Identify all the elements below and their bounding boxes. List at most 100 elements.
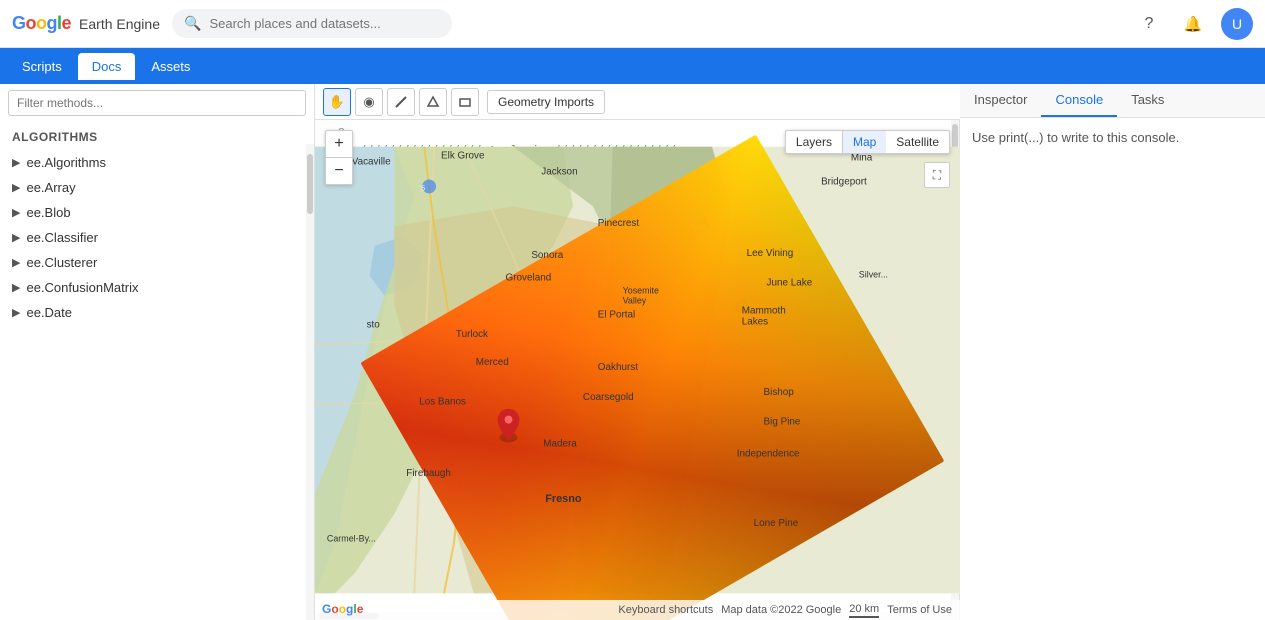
svg-text:Fresno: Fresno xyxy=(545,493,582,505)
chevron-right-icon: ▶ xyxy=(12,256,20,269)
layers-label: Layers xyxy=(786,131,843,153)
zoom-in-button[interactable]: + xyxy=(326,131,352,157)
satellite-view-button[interactable]: Satellite xyxy=(886,131,949,153)
algo-label: ee.Array xyxy=(26,180,75,195)
svg-text:Los Banos: Los Banos xyxy=(419,397,466,408)
algo-list: ▶ ee.Algorithms ▶ ee.Array ▶ ee.Blob ▶ e… xyxy=(0,148,314,620)
svg-text:Mina: Mina xyxy=(851,153,873,164)
top-right-icons: ? 🔔 U xyxy=(1133,8,1253,40)
tab-console[interactable]: Console xyxy=(1041,84,1117,117)
search-icon: 🔍 xyxy=(184,15,201,32)
svg-text:sto: sto xyxy=(367,319,381,330)
svg-text:Big Pine: Big Pine xyxy=(764,417,801,428)
svg-text:Oakhurst: Oakhurst xyxy=(598,362,638,373)
algo-item-algorithms[interactable]: ▶ ee.Algorithms xyxy=(0,150,314,175)
rectangle-tool-button[interactable] xyxy=(451,88,479,116)
chevron-right-icon: ▶ xyxy=(12,206,20,219)
google-logo-bottom: Google xyxy=(322,602,363,616)
chevron-right-icon: ▶ xyxy=(12,181,20,194)
chevron-right-icon: ▶ xyxy=(12,281,20,294)
svg-text:June Lake: June Lake xyxy=(767,278,813,289)
scale-indicator: 20 km xyxy=(849,603,879,618)
map-area[interactable]: 5 395 395 xyxy=(315,120,960,620)
tab-assets[interactable]: Assets xyxy=(137,53,204,80)
zoom-controls: + − xyxy=(325,130,353,185)
svg-text:Silver...: Silver... xyxy=(859,270,888,280)
search-input[interactable] xyxy=(209,16,429,31)
chevron-right-icon: ▶ xyxy=(12,306,20,319)
svg-text:Independence: Independence xyxy=(737,448,800,459)
terms-of-use-link[interactable]: Terms of Use xyxy=(887,604,952,616)
rectangle-icon xyxy=(458,95,472,109)
algo-item-classifier[interactable]: ▶ ee.Classifier xyxy=(0,225,314,250)
algo-item-blob[interactable]: ▶ ee.Blob xyxy=(0,200,314,225)
console-content: Use print(...) to write to this console. xyxy=(960,118,1265,620)
svg-text:Merced: Merced xyxy=(476,357,509,368)
right-panel: Inspector Console Tasks Use print(...) t… xyxy=(960,84,1265,620)
bell-icon: 🔔 xyxy=(1184,15,1203,33)
algo-label: ee.Blob xyxy=(26,205,70,220)
avatar[interactable]: U xyxy=(1221,8,1253,40)
map-data-credit: Map data ©2022 Google xyxy=(721,604,841,616)
algo-label: ee.Classifier xyxy=(26,230,98,245)
tab-bar: Scripts Docs Assets xyxy=(0,48,1265,84)
geometry-imports-button[interactable]: Geometry Imports xyxy=(487,90,605,114)
svg-text:Valley: Valley xyxy=(623,296,647,306)
svg-text:Madera: Madera xyxy=(543,438,577,449)
marker-tool-button[interactable]: ◉ xyxy=(355,88,383,116)
svg-text:Turlock: Turlock xyxy=(456,329,488,340)
fullscreen-button[interactable]: ⛶ xyxy=(924,162,950,188)
line-icon xyxy=(394,95,408,109)
google-wordmark: Google xyxy=(12,13,71,34)
algo-item-date[interactable]: ▶ ee.Date xyxy=(0,300,314,325)
avatar-letter: U xyxy=(1232,16,1242,32)
zoom-out-button[interactable]: − xyxy=(326,158,352,184)
svg-text:Lone Pine: Lone Pine xyxy=(754,518,799,529)
svg-text:Firebaugh: Firebaugh xyxy=(406,468,451,479)
svg-text:Carmel-By...: Carmel-By... xyxy=(327,534,376,544)
earth-engine-title: Earth Engine xyxy=(79,16,160,32)
tab-docs[interactable]: Docs xyxy=(78,53,136,80)
map-svg: 5 395 395 xyxy=(315,120,960,620)
map-type-control: Layers Map Satellite xyxy=(785,130,950,154)
keyboard-shortcuts-link[interactable]: Keyboard shortcuts xyxy=(618,604,713,616)
top-bar: Google Earth Engine 🔍 ? 🔔 U xyxy=(0,0,1265,48)
fullscreen-icon: ⛶ xyxy=(933,168,941,183)
algo-label: ee.Date xyxy=(26,305,72,320)
algo-item-clusterer[interactable]: ▶ ee.Clusterer xyxy=(0,250,314,275)
console-hint: Use print(...) to write to this console. xyxy=(972,130,1179,145)
filter-input[interactable] xyxy=(8,90,306,116)
map-toolbar: ✋ ◉ Geometry Imports xyxy=(315,84,960,120)
tab-scripts[interactable]: Scripts xyxy=(8,53,76,80)
svg-text:Bridgeport: Bridgeport xyxy=(821,176,867,187)
help-button[interactable]: ? xyxy=(1133,8,1165,40)
algo-label: ee.ConfusionMatrix xyxy=(26,280,138,295)
line-tool-button[interactable] xyxy=(387,88,415,116)
svg-text:Groveland: Groveland xyxy=(506,273,552,284)
tab-inspector[interactable]: Inspector xyxy=(960,84,1041,117)
map-bottom-bar: Keyboard shortcuts Map data ©2022 Google… xyxy=(315,600,960,620)
svg-text:Jackson: Jackson xyxy=(541,167,577,178)
tab-tasks[interactable]: Tasks xyxy=(1117,84,1178,117)
svg-text:Yosemite: Yosemite xyxy=(623,286,659,296)
sidebar: Algorithms ▶ ee.Algorithms ▶ ee.Array ▶ … xyxy=(0,84,315,620)
svg-text:Lee Vining: Lee Vining xyxy=(747,248,794,259)
svg-text:5: 5 xyxy=(421,185,425,192)
algo-item-array[interactable]: ▶ ee.Array xyxy=(0,175,314,200)
hand-tool-button[interactable]: ✋ xyxy=(323,88,351,116)
search-bar[interactable]: 🔍 xyxy=(172,9,452,38)
help-icon: ? xyxy=(1145,15,1154,33)
algo-item-confusion-matrix[interactable]: ▶ ee.ConfusionMatrix xyxy=(0,275,314,300)
svg-text:Sonora: Sonora xyxy=(531,250,563,261)
svg-text:Elk Grove: Elk Grove xyxy=(441,151,485,162)
map-view-button[interactable]: Map xyxy=(843,131,886,153)
right-tabs: Inspector Console Tasks xyxy=(960,84,1265,118)
svg-text:Coarsegold: Coarsegold xyxy=(583,392,634,403)
notifications-button[interactable]: 🔔 xyxy=(1177,8,1209,40)
polygon-tool-button[interactable] xyxy=(419,88,447,116)
svg-text:Mammoth: Mammoth xyxy=(742,305,786,316)
chevron-right-icon: ▶ xyxy=(12,231,20,244)
algo-label: ee.Clusterer xyxy=(26,255,97,270)
svg-text:El Portal: El Portal xyxy=(598,309,635,320)
svg-text:Pinecrest: Pinecrest xyxy=(598,218,640,229)
